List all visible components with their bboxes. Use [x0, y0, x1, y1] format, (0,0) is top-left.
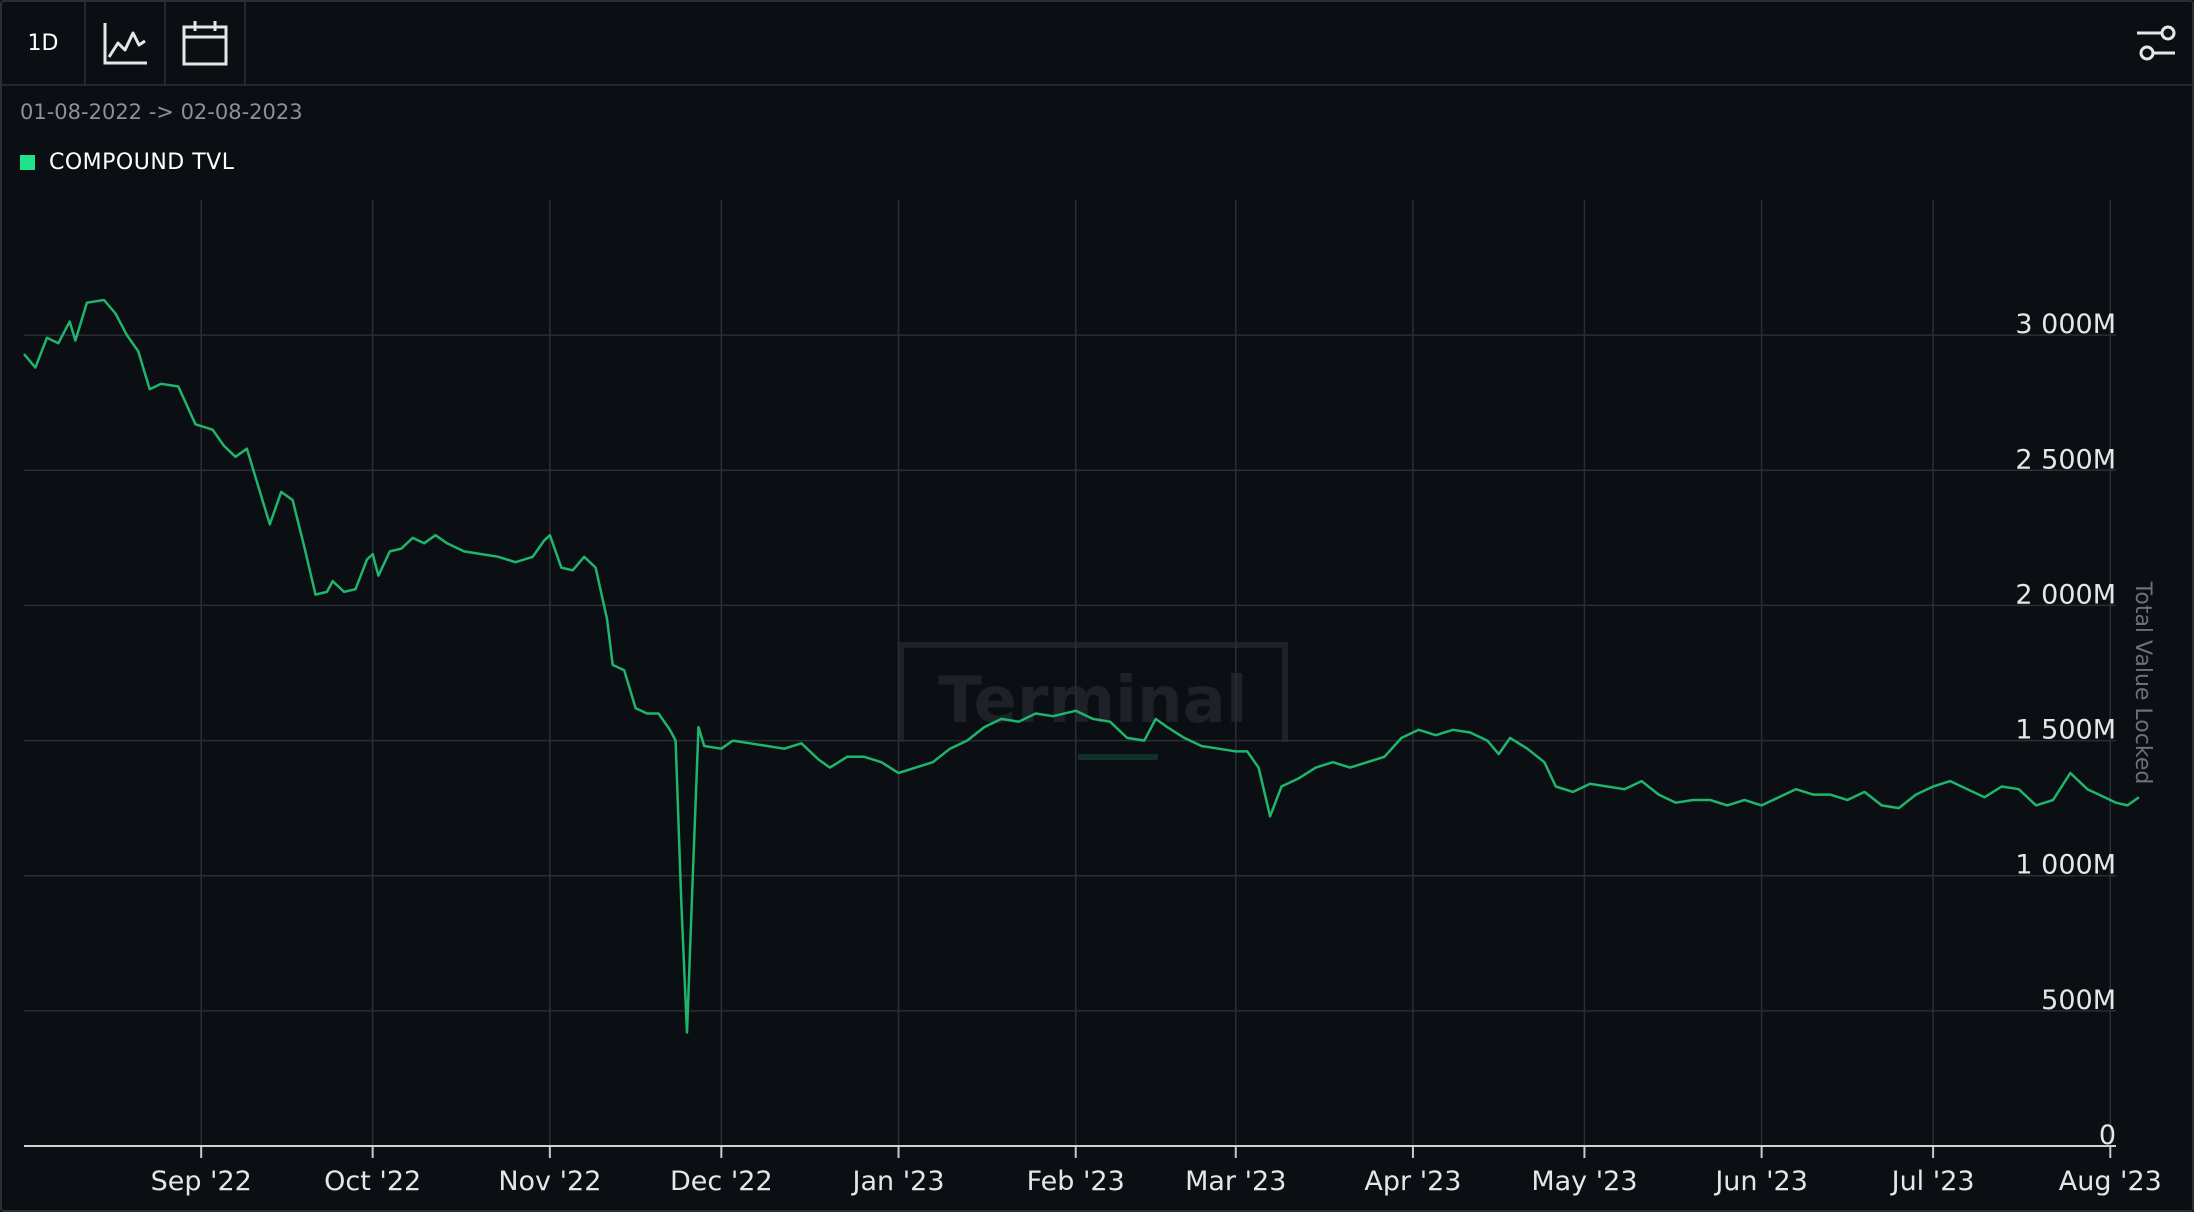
x-tick-label: Jun '23 — [1713, 1166, 1808, 1197]
y-tick-label: 500M — [2041, 985, 2116, 1016]
tvl-series-line — [23, 298, 2140, 1034]
x-tick-label: Aug '23 — [2059, 1166, 2162, 1197]
x-tick-label: Jan '23 — [851, 1166, 945, 1197]
x-tick-label: Sep '22 — [151, 1166, 252, 1197]
x-tick-label: Apr '23 — [1364, 1166, 1461, 1197]
tvl-line-chart: Sep '22 Oct '22 Nov '22 Dec '22 Jan '23 Feb '… — [23, 200, 2162, 1197]
x-tick-label: May '23 — [1531, 1166, 1637, 1197]
x-tick-label: Feb '23 — [1027, 1166, 1125, 1197]
x-tick-label: Oct '22 — [324, 1166, 421, 1197]
y-tick-label: 3 000M — [2015, 309, 2116, 340]
y-tick-label: 2 500M — [2015, 444, 2116, 475]
x-tick-label: Jul '23 — [1890, 1166, 1975, 1197]
x-tick-label: Mar '23 — [1185, 1166, 1286, 1197]
x-tick-label: Nov '22 — [498, 1166, 601, 1197]
y-tick-label: 1 000M — [2015, 850, 2116, 881]
y-axis-label: Total Value Locked — [2130, 581, 2155, 785]
y-tick-label: 2 000M — [2015, 579, 2116, 610]
y-tick-label: 1 500M — [2015, 715, 2116, 746]
x-tick-label: Dec '22 — [670, 1166, 773, 1197]
